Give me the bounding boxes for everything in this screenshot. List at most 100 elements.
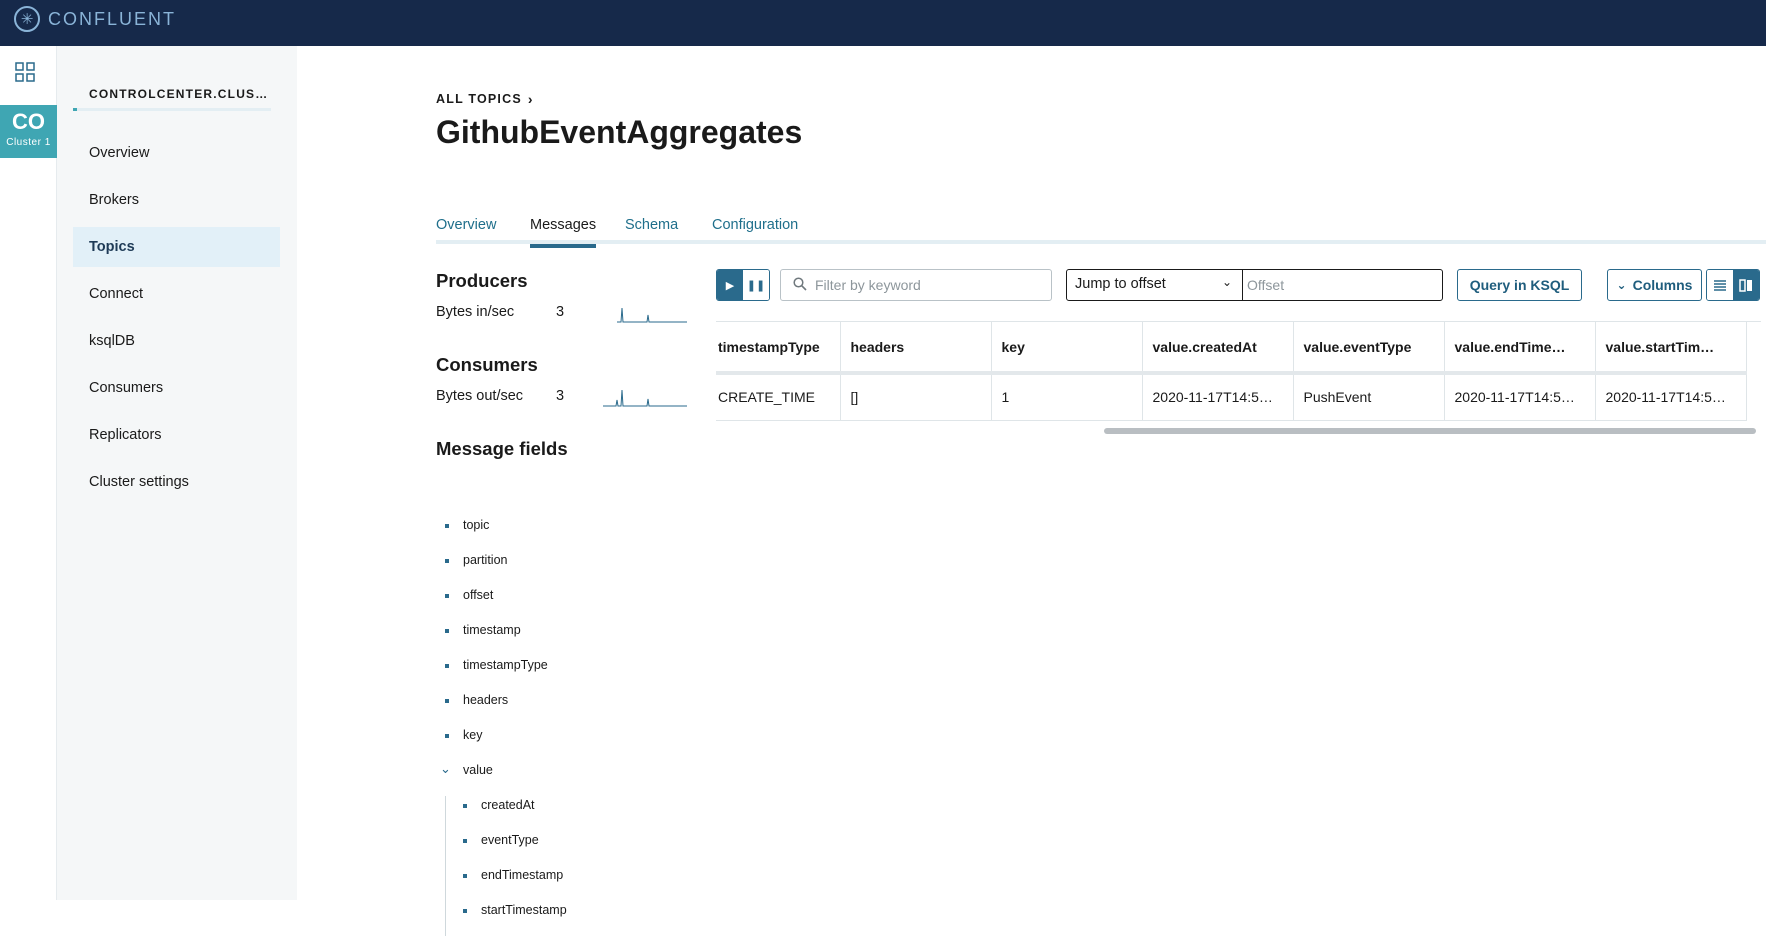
producers-heading: Producers bbox=[436, 270, 528, 291]
column-header[interactable]: value.eventType bbox=[1293, 322, 1445, 375]
confluent-logo-icon: ✳ bbox=[14, 6, 40, 32]
breadcrumb[interactable]: ALL TOPICS › bbox=[436, 91, 534, 107]
brand-name: CONFLUENT bbox=[48, 8, 177, 29]
query-in-ksql-button[interactable]: Query in KSQL bbox=[1457, 269, 1582, 301]
field-item[interactable]: timestampType bbox=[436, 656, 676, 691]
chevron-right-icon: › bbox=[527, 91, 534, 107]
breadcrumb-all-topics[interactable]: ALL TOPICS bbox=[436, 92, 522, 106]
bytes-out-sparkline bbox=[603, 389, 687, 407]
grid-icon[interactable] bbox=[15, 62, 35, 82]
sidebar-item-replicators[interactable]: Replicators bbox=[73, 415, 280, 455]
bullet-icon bbox=[463, 874, 467, 878]
table-cell: 1 bbox=[991, 373, 1143, 421]
field-name: createdAt bbox=[481, 798, 535, 812]
scrollbar-thumb[interactable] bbox=[1104, 428, 1756, 434]
bullet-icon bbox=[445, 664, 449, 668]
column-header[interactable]: key bbox=[991, 322, 1143, 375]
tab-bar: Overview Messages Schema Configuration bbox=[436, 214, 1766, 248]
sidebar-item-consumers[interactable]: Consumers bbox=[73, 368, 280, 408]
field-item[interactable]: eventType bbox=[436, 831, 676, 866]
sidebar-item-brokers[interactable]: Brokers bbox=[73, 180, 280, 220]
column-header[interactable]: value.createdAt bbox=[1142, 322, 1294, 375]
sidebar-item-connect[interactable]: Connect bbox=[73, 274, 280, 314]
field-name: key bbox=[463, 728, 483, 742]
table-cell: 2020-11-17T14:5… bbox=[1142, 373, 1294, 421]
field-item[interactable]: startTimestamp bbox=[436, 901, 676, 936]
bullet-icon bbox=[463, 839, 467, 843]
bullet-icon bbox=[445, 524, 449, 528]
offset-input[interactable] bbox=[1243, 270, 1442, 300]
left-rail: CO Cluster 1 bbox=[0, 46, 57, 900]
field-item[interactable]: offset bbox=[436, 586, 676, 621]
field-item[interactable]: endTimestamp bbox=[436, 866, 676, 901]
messages-table: timestampType headers key value.createdA… bbox=[716, 322, 1747, 421]
sidebar-item-ksqldb[interactable]: ksqlDB bbox=[73, 321, 280, 361]
message-fields-list: topic partition offset timestamp timesta… bbox=[436, 516, 676, 936]
sidebar: CONTROLCENTER.CLUS… Overview Brokers Top… bbox=[57, 46, 297, 900]
messages-table-container: timestampType headers key value.createdA… bbox=[716, 322, 1761, 438]
column-header[interactable]: value.startTim… bbox=[1595, 322, 1747, 375]
field-item[interactable]: createdAt bbox=[436, 796, 676, 831]
column-header[interactable]: headers bbox=[840, 322, 992, 375]
table-row[interactable]: CREATE_TIME [] 1 2020-11-17T14:5… PushEv… bbox=[716, 373, 1747, 421]
sidebar-item-topics[interactable]: Topics bbox=[73, 227, 280, 267]
cluster-badge[interactable]: CO Cluster 1 bbox=[0, 105, 57, 158]
chevron-down-icon: ⌄ bbox=[1616, 278, 1627, 292]
card-view-icon[interactable] bbox=[1733, 270, 1759, 300]
bytes-in-sparkline bbox=[617, 307, 687, 323]
field-item[interactable]: topic bbox=[436, 516, 676, 551]
pause-icon[interactable]: ❚❚ bbox=[743, 270, 769, 300]
bullet-icon bbox=[463, 804, 467, 808]
cluster-name: Cluster 1 bbox=[6, 137, 51, 148]
field-name: offset bbox=[463, 588, 494, 602]
field-name: timestamp bbox=[463, 623, 521, 637]
jump-to-offset-label: Jump to offset bbox=[1075, 276, 1166, 292]
offset-controls: Jump to offset ⌄ bbox=[1066, 269, 1443, 301]
column-header[interactable]: timestampType bbox=[716, 322, 841, 375]
field-name: startTimestamp bbox=[481, 903, 567, 917]
tab-schema[interactable]: Schema bbox=[625, 214, 678, 244]
chevron-down-icon[interactable]: ⌄ bbox=[440, 761, 451, 777]
view-toggle bbox=[1706, 269, 1760, 301]
sidebar-item-overview[interactable]: Overview bbox=[73, 133, 280, 173]
horizontal-scrollbar[interactable] bbox=[716, 426, 1761, 436]
stream-controls: ▶ ❚❚ bbox=[716, 269, 770, 301]
search-icon bbox=[793, 277, 807, 291]
columns-button[interactable]: ⌄ Columns bbox=[1607, 269, 1702, 301]
sidebar-title: CONTROLCENTER.CLUS… bbox=[89, 87, 269, 101]
subfield-divider bbox=[445, 796, 446, 936]
query-in-ksql-label: Query in KSQL bbox=[1469, 277, 1570, 293]
message-fields-heading: Message fields bbox=[436, 438, 568, 459]
chevron-down-icon: ⌄ bbox=[1221, 275, 1232, 289]
bullet-icon bbox=[445, 699, 449, 703]
field-name: headers bbox=[463, 693, 509, 707]
jump-to-offset-select[interactable]: Jump to offset ⌄ bbox=[1067, 270, 1243, 300]
field-name: eventType bbox=[481, 833, 539, 847]
field-item-value[interactable]: ⌄ value bbox=[436, 761, 676, 796]
sidebar-divider bbox=[73, 108, 271, 111]
play-icon[interactable]: ▶ bbox=[717, 270, 743, 300]
columns-label: Columns bbox=[1632, 277, 1693, 293]
tab-overview[interactable]: Overview bbox=[436, 214, 496, 244]
list-view-icon[interactable] bbox=[1707, 270, 1733, 300]
tab-configuration[interactable]: Configuration bbox=[712, 214, 798, 244]
table-cell: CREATE_TIME bbox=[716, 373, 841, 421]
field-item[interactable]: partition bbox=[436, 551, 676, 586]
column-header[interactable]: value.endTime… bbox=[1444, 322, 1596, 375]
field-item[interactable]: headers bbox=[436, 691, 676, 726]
field-item[interactable]: timestamp bbox=[436, 621, 676, 656]
bytes-out-value: 3 bbox=[556, 388, 565, 404]
consumers-heading: Consumers bbox=[436, 354, 538, 375]
brand-logo[interactable]: ✳ CONFLUENT bbox=[14, 6, 176, 32]
field-name: endTimestamp bbox=[481, 868, 564, 882]
field-name: value bbox=[463, 763, 493, 777]
filter-input[interactable] bbox=[815, 275, 1045, 295]
tab-messages[interactable]: Messages bbox=[530, 214, 597, 248]
bullet-icon bbox=[445, 629, 449, 633]
table-header-row: timestampType headers key value.createdA… bbox=[716, 322, 1747, 375]
sidebar-item-cluster-settings[interactable]: Cluster settings bbox=[73, 462, 280, 502]
bullet-icon bbox=[445, 734, 449, 738]
field-item[interactable]: key bbox=[436, 726, 676, 761]
table-cell: 2020-11-17T14:5… bbox=[1595, 373, 1747, 421]
table-cell: 2020-11-17T14:5… bbox=[1444, 373, 1596, 421]
